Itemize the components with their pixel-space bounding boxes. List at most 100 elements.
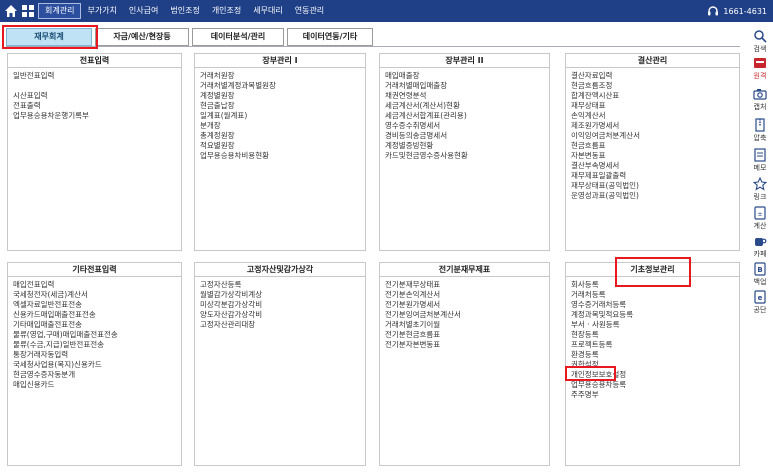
menu-item[interactable]: 영수증수취명세서 <box>385 121 544 131</box>
menu-item[interactable]: 계정과목및적요등록 <box>571 310 734 320</box>
top-menu-vat[interactable]: 부가가치 <box>81 3 122 19</box>
section-title: 장부관리 II <box>380 54 549 68</box>
sidebar-link[interactable]: 링크 <box>747 177 773 202</box>
menu-item[interactable]: 거래처별매입매출장 <box>385 81 544 91</box>
menu-item[interactable]: 전기분원가명세서 <box>385 300 544 310</box>
menu-item[interactable]: 현금영수증자동분개 <box>13 370 176 380</box>
menu-item[interactable]: 결산자료입력 <box>571 71 734 81</box>
sidebar-public-corp[interactable]: e 공단 <box>747 290 773 315</box>
menu-item[interactable]: 전기분손익계산서 <box>385 290 544 300</box>
menu-item[interactable]: 고정자산관리대장 <box>200 320 360 330</box>
menu-item[interactable]: 매입전표입력 <box>13 280 176 290</box>
menu-item-environment-settings[interactable]: 환경등록 <box>571 350 734 360</box>
menu-item[interactable]: 양도자산감가상각비 <box>200 310 360 320</box>
tab-data-analysis[interactable]: 데이터분석/관리 <box>192 28 284 46</box>
menu-item[interactable]: 전기분재무상태표 <box>385 280 544 290</box>
sidebar-remote[interactable]: 원격 <box>747 56 773 81</box>
sidebar-calculator[interactable]: ± 계산 <box>747 206 773 231</box>
menu-item[interactable]: 카드및현금영수증사용현황 <box>385 151 544 161</box>
menu-item[interactable]: 국세청사업용(복지)신용카드 <box>13 360 176 370</box>
home-icon[interactable] <box>3 3 19 19</box>
menu-item[interactable]: 세금계산서합계표(관리용) <box>385 111 544 121</box>
menu-item[interactable]: 미상각분감가상각비 <box>200 300 360 310</box>
top-menu-personal-adjustment[interactable]: 개인조정 <box>206 3 247 19</box>
sidebar-compress[interactable]: 압축 <box>747 118 773 143</box>
sidebar-memo[interactable]: 메모 <box>747 148 773 173</box>
menu-item[interactable]: 물류(영업,구매)매입매출전표전송 <box>13 330 176 340</box>
top-menu: 회계관리 부가가치 인사급여 법인조정 개인조정 세무대리 연동관리 <box>38 3 330 19</box>
menu-item[interactable]: 물류(수금,지급)일반전표전송 <box>13 340 176 350</box>
top-menu-accounting[interactable]: 회계관리 <box>38 3 82 19</box>
top-menu-payroll[interactable]: 인사급여 <box>123 3 164 19</box>
menu-item[interactable]: 제조원가명세서 <box>571 121 734 131</box>
menu-item[interactable]: 국세청전자(세금)계산서 <box>13 290 176 300</box>
coffee-icon <box>755 238 767 246</box>
sidebar-backup[interactable]: B 백업 <box>747 262 773 287</box>
menu-item[interactable]: 분개장 <box>200 121 360 131</box>
support-phone[interactable]: 1661-4631 <box>707 3 767 19</box>
top-menu-corporate-adjustment[interactable]: 법인조정 <box>164 3 205 19</box>
menu-item[interactable]: 업무용승용차등록 <box>571 380 734 390</box>
tab-funds-budget-site[interactable]: 자금/예산/현장등 <box>95 28 189 46</box>
menu-item[interactable]: 거래처별계정과목별원장 <box>200 81 360 91</box>
top-menu-integration[interactable]: 연동관리 <box>289 3 330 19</box>
menu-item[interactable]: 적요별원장 <box>200 141 360 151</box>
menu-item[interactable]: 전기분자본변동표 <box>385 340 544 350</box>
menu-item[interactable]: 일반전표입력 <box>13 71 176 81</box>
menu-item[interactable]: 운영성과표(공익법인) <box>571 191 734 201</box>
menu-item[interactable]: 합계잔액시산표 <box>571 91 734 101</box>
public-corp-icon: e <box>754 290 766 304</box>
sidebar-cafe[interactable]: 카페 <box>747 234 773 259</box>
menu-item[interactable]: 현금흐름표 <box>571 141 734 151</box>
menu-item[interactable]: 현장등록 <box>571 330 734 340</box>
menu-item[interactable]: 계정별원장 <box>200 91 360 101</box>
menu-item[interactable]: 업무용승용차비용현황 <box>200 151 360 161</box>
menu-item[interactable]: 매입신용카드 <box>13 380 176 390</box>
menu-item[interactable]: 현금흐름조정 <box>571 81 734 91</box>
menu-item[interactable]: 현금출납장 <box>200 101 360 111</box>
menu-item[interactable]: 프로젝트등록 <box>571 340 734 350</box>
menu-item[interactable]: 재무제표일괄출력 <box>571 171 734 181</box>
top-menu-tax-agency[interactable]: 세무대리 <box>247 3 288 19</box>
menu-item[interactable]: 세금계산서(계산서)현황 <box>385 101 544 111</box>
menu-item[interactable]: 자본변동표 <box>571 151 734 161</box>
menu-item[interactable]: 업무용승용차운행기록부 <box>13 111 176 121</box>
headset-icon <box>708 6 719 16</box>
section-fixed-assets: 고정자산및감가상각 고정자산등록 월별감가상각비계상 미상각분감가상각비 양도자… <box>194 262 366 466</box>
menu-item[interactable]: 경비등의송금명세서 <box>385 131 544 141</box>
menu-item[interactable]: 거래처원장 <box>200 71 360 81</box>
menu-item[interactable]: 채권연령분석 <box>385 91 544 101</box>
menu-item[interactable]: 주주명부 <box>571 390 734 400</box>
menu-item[interactable]: 일계표(월계표) <box>200 111 360 121</box>
menu-item[interactable]: 부서 · 사원등록 <box>571 320 734 330</box>
menu-item[interactable]: 영수증거래처등록 <box>571 300 734 310</box>
menu-item[interactable]: 엑셀자료일반전표전송 <box>13 300 176 310</box>
menu-item[interactable]: 전표출력 <box>13 101 176 111</box>
menu-item[interactable]: 재무상태표(공익법인) <box>571 181 734 191</box>
section-prior-statements: 전기분재무제표 전기분재무상태표 전기분손익계산서 전기분원가명세서 전기분잉여… <box>379 262 550 466</box>
menu-item[interactable]: 계정별증빙현황 <box>385 141 544 151</box>
menu-item[interactable]: 거래처등록 <box>571 290 734 300</box>
sidebar-label: 카페 <box>753 250 767 258</box>
menu-item[interactable]: 고정자산등록 <box>200 280 360 290</box>
menu-item[interactable]: 전기분잉여금처분계산서 <box>385 310 544 320</box>
menu-item[interactable]: 월별감가상각비계상 <box>200 290 360 300</box>
sidebar-search[interactable]: 검색 <box>747 29 773 54</box>
menu-item[interactable]: 통장거래자동입력 <box>13 350 176 360</box>
menu-item[interactable]: 거래처별초기이월 <box>385 320 544 330</box>
tab-data-integration[interactable]: 데이터연동/기타 <box>287 28 373 46</box>
menu-item[interactable]: 재무상태표 <box>571 101 734 111</box>
menu-item[interactable]: 손익계산서 <box>571 111 734 121</box>
menu-item[interactable]: 기타매입매출전표전송 <box>13 320 176 330</box>
menu-item[interactable]: 시산표입력 <box>13 91 176 101</box>
section-closing: 결산관리 결산자료입력 현금흐름조정 합계잔액시산표 재무상태표 손익계산서 제… <box>565 53 740 251</box>
menu-item[interactable]: 총계정원장 <box>200 131 360 141</box>
menu-item[interactable]: 신용카드매입매출전표전송 <box>13 310 176 320</box>
apps-grid-icon[interactable] <box>21 4 35 18</box>
menu-item[interactable]: 결산부속명세서 <box>571 161 734 171</box>
sidebar-capture[interactable]: 캡처 <box>747 87 773 112</box>
menu-item[interactable]: 이익잉여금처분계산서 <box>571 131 734 141</box>
menu-item[interactable]: 전기분현금흐름표 <box>385 330 544 340</box>
menu-item[interactable]: 매입매출장 <box>385 71 544 81</box>
sidebar-label: 압축 <box>753 134 767 142</box>
